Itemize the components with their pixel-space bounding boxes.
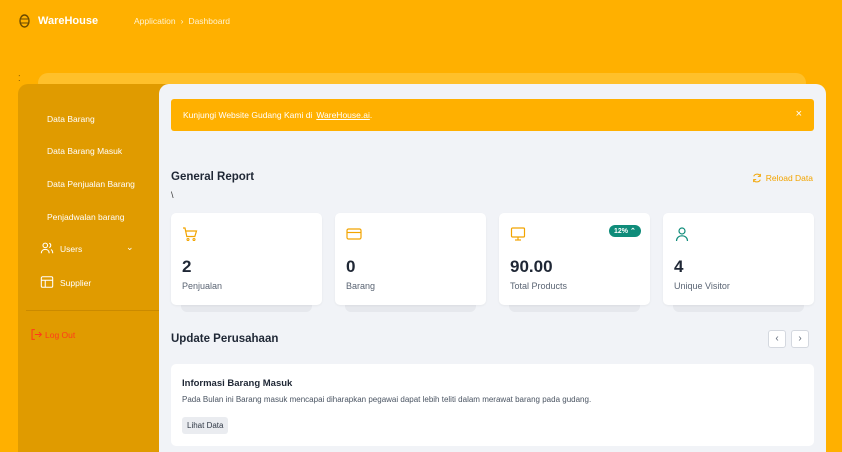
- logout-label: Log Out: [45, 329, 76, 340]
- user-icon: [674, 226, 690, 242]
- stat-label: Unique Visitor: [674, 281, 730, 291]
- breadcrumb-application[interactable]: Application: [134, 16, 176, 26]
- chevron-down-icon: ⌄: [126, 242, 134, 252]
- chevron-up-icon: ⌃: [629, 228, 636, 235]
- next-button[interactable]: ›: [791, 330, 809, 348]
- breadcrumb-dashboard: Dashboard: [188, 16, 231, 26]
- info-alert: Kunjungi Website Gudang Kami di WareHouse…: [171, 99, 814, 131]
- refresh-icon: [752, 173, 761, 183]
- chevron-left-icon: ‹: [775, 333, 779, 344]
- sidebar-divider: [26, 310, 160, 311]
- sidebar-item-data-barang-masuk[interactable]: Data Barang Masuk: [47, 146, 122, 156]
- stat-label: Total Products: [510, 281, 568, 291]
- app-name[interactable]: WareHouse: [38, 15, 98, 27]
- stat-value: 4: [674, 257, 684, 276]
- sidebar-item-supplier[interactable]: Supplier: [18, 274, 168, 292]
- reload-data-label: Reload Data: [765, 172, 813, 183]
- breadcrumb: Application › Dashboard: [134, 16, 230, 26]
- logout-button[interactable]: Log Out: [30, 328, 75, 341]
- stat-value: 2: [182, 257, 192, 276]
- top-bar: WareHouse Application › Dashboard: [0, 0, 842, 44]
- sidebar-item-data-penjualan-barang[interactable]: Data Penjualan Barang: [47, 179, 135, 189]
- users-icon: [40, 241, 54, 255]
- update-card-description: Pada Bulan ini Barang masuk mencapai dih…: [182, 395, 592, 404]
- dots-icon: ⁚: [18, 74, 21, 83]
- stat-label: Barang: [346, 281, 376, 291]
- stat-card-unique-visitor[interactable]: 4 Unique Visitor: [663, 213, 814, 305]
- table-icon: [40, 275, 54, 289]
- alert-message: Kunjungi Website Gudang Kami di: [183, 110, 313, 120]
- sidebar-item-users-label: Users: [60, 244, 83, 254]
- stat-value: 0: [346, 257, 356, 276]
- sidebar-item-data-barang[interactable]: Data Barang: [47, 114, 95, 124]
- sidebar-item-supplier-label: Supplier: [60, 278, 92, 288]
- breadcrumb-separator-icon: ›: [180, 16, 184, 26]
- stat-card-total-products[interactable]: 12% ⌃ 90.00 Total Products: [499, 213, 650, 305]
- shopping-cart-icon: [182, 226, 198, 242]
- general-report-title: General Report: [171, 171, 255, 183]
- warehouse-logo-icon: [19, 14, 30, 28]
- previous-button[interactable]: ‹: [768, 330, 786, 348]
- alert-link-suffix: .: [369, 110, 373, 120]
- reload-data-button[interactable]: Reload Data: [752, 172, 813, 183]
- website-link[interactable]: WareHouse.ai: [316, 110, 370, 120]
- stat-value: 90.00: [510, 257, 553, 276]
- main-content: Kunjungi Website Gudang Kami di WareHouse…: [159, 84, 826, 452]
- credit-card-icon: [346, 226, 362, 242]
- lihat-data-button[interactable]: Lihat Data: [182, 417, 229, 434]
- monitor-icon: [510, 226, 526, 242]
- logout-icon: [31, 329, 43, 340]
- sidebar-item-penjadwalan-barang[interactable]: Penjadwalan barang: [47, 212, 125, 222]
- chevron-right-icon: ›: [798, 333, 802, 344]
- stray-text: \: [171, 190, 174, 200]
- alert-text: Kunjungi Website Gudang Kami di WareHouse…: [183, 110, 372, 120]
- update-card: Informasi Barang Masuk Pada Bulan ini Ba…: [171, 364, 814, 446]
- stat-card-barang[interactable]: 0 Barang: [335, 213, 486, 305]
- sidebar: Data Barang Data Barang Masuk Data Penju…: [18, 84, 168, 452]
- sidebar-item-users[interactable]: Users ⌄: [18, 240, 168, 258]
- close-icon[interactable]: ×: [796, 108, 802, 120]
- stat-card-penjualan[interactable]: 2 Penjualan: [171, 213, 322, 305]
- stat-label: Penjualan: [182, 281, 223, 291]
- trend-badge-value: 12%: [614, 228, 629, 235]
- update-perusahaan-title: Update Perusahaan: [171, 333, 279, 345]
- update-card-title: Informasi Barang Masuk: [182, 378, 293, 389]
- trend-badge: 12% ⌃: [609, 225, 641, 237]
